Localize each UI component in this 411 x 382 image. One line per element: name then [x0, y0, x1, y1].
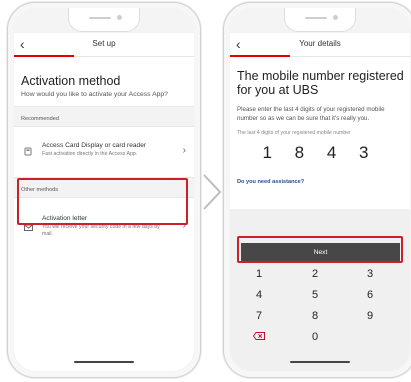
nav-bar: ‹ Your details: [230, 33, 410, 57]
highlight-activation-letter: [17, 178, 188, 225]
digits-input[interactable]: 1 8 4 3: [230, 143, 410, 163]
digits-input-label: The last 4 digits of your registered mob…: [237, 130, 351, 136]
nav-bar: ‹ Set up: [14, 33, 194, 57]
phone-notch: [284, 8, 356, 32]
key-5[interactable]: 5: [289, 286, 341, 305]
details-screen: ‹ Your details The mobile number registe…: [230, 33, 410, 371]
key-6[interactable]: 6: [344, 286, 396, 305]
key-0[interactable]: 0: [289, 328, 341, 347]
backspace-icon[interactable]: [233, 328, 285, 347]
nav-title: Set up: [92, 39, 116, 48]
option-desc: Fast activation directly in the Access A…: [42, 151, 138, 157]
page-title: Activation method: [21, 74, 121, 88]
page-title: The mobile number registered for you at …: [237, 69, 404, 97]
right-phone-frame: ‹ Your details The mobile number registe…: [223, 2, 411, 378]
key-8[interactable]: 8: [289, 307, 341, 326]
page-subtitle: How would you like to activate your Acce…: [21, 91, 168, 98]
key-9[interactable]: 9: [344, 307, 396, 326]
option-desc: You will receive your security code in a…: [42, 224, 160, 237]
chevron-right-icon: [203, 174, 222, 210]
chevron-right-icon: ›: [182, 145, 186, 156]
highlight-next-button: [237, 236, 403, 263]
nav-accent-line: [14, 55, 74, 57]
key-4[interactable]: 4: [233, 286, 285, 305]
home-indicator: [290, 361, 350, 363]
key-3[interactable]: 3: [344, 265, 396, 284]
key-2[interactable]: 2: [289, 265, 341, 284]
phone-notch: [68, 8, 140, 32]
instructions-text: Please enter the last 4 digits of your r…: [237, 106, 385, 122]
home-indicator: [74, 361, 134, 363]
key-7[interactable]: 7: [233, 307, 285, 326]
section-recommended: Recommended: [14, 106, 194, 127]
option-card-reader[interactable]: Access Card Display or card reader Fast …: [14, 135, 194, 169]
card-reader-icon: [24, 147, 33, 156]
assistance-link[interactable]: Do you need assistance?: [237, 179, 410, 185]
key-1[interactable]: 1: [233, 265, 285, 284]
option-title: Access Card Display or card reader: [42, 142, 147, 149]
nav-accent-line: [230, 55, 290, 57]
nav-title: Your details: [299, 39, 341, 48]
